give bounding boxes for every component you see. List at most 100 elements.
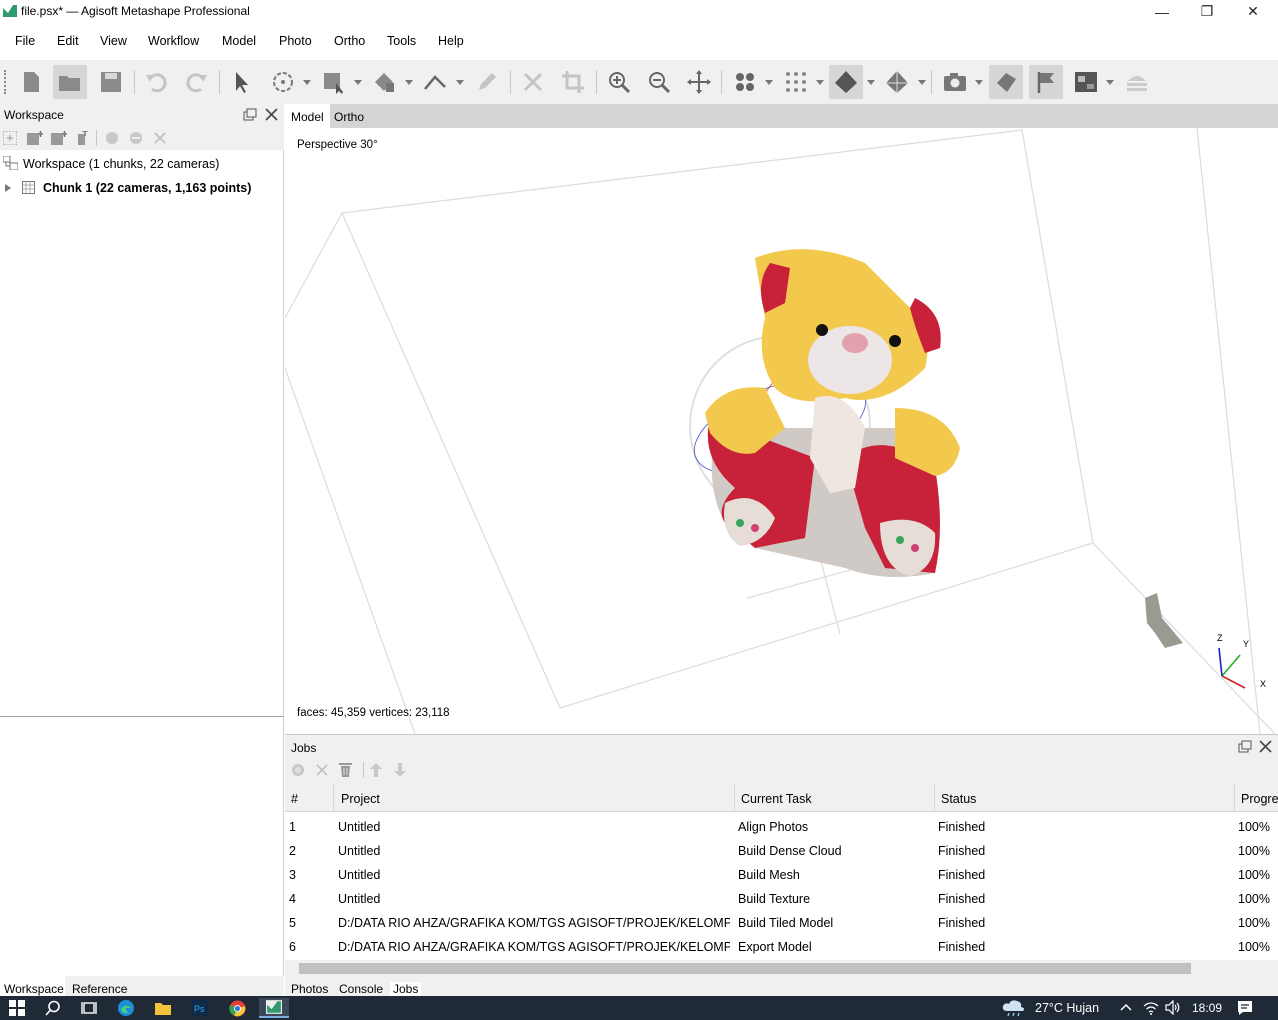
new-file-button[interactable] <box>14 65 48 99</box>
show-dense-cloud-button[interactable] <box>779 65 813 99</box>
start-button[interactable] <box>2 998 32 1018</box>
add-photos-icon[interactable] <box>27 131 43 145</box>
metashape-taskbar-button[interactable] <box>259 998 289 1018</box>
expand-arrow-icon[interactable] <box>5 184 11 192</box>
show-region-button[interactable] <box>1120 65 1154 99</box>
wifi-icon[interactable] <box>1143 1001 1159 1015</box>
chevron-down-icon[interactable] <box>867 80 875 86</box>
move-down-icon[interactable] <box>394 763 406 777</box>
rotate-object-button[interactable] <box>266 65 300 99</box>
remove-item-icon[interactable] <box>154 132 166 144</box>
chevron-down-icon[interactable] <box>765 80 773 86</box>
table-row[interactable]: 4 Untitled Build Texture Finished 100% <box>285 886 1278 910</box>
chevron-down-icon[interactable] <box>1106 80 1114 86</box>
column-current-task[interactable]: Current Task <box>735 784 935 812</box>
table-row[interactable]: 3 Untitled Build Mesh Finished 100% <box>285 862 1278 886</box>
show-shapes-button[interactable] <box>989 65 1023 99</box>
show-markers-button[interactable] <box>1029 65 1063 99</box>
enable-icon[interactable] <box>105 131 119 145</box>
task-view-button[interactable] <box>74 998 104 1018</box>
close-window-button[interactable]: ✕ <box>1230 0 1276 23</box>
close-icon[interactable] <box>1259 740 1272 753</box>
tab-model[interactable]: Model <box>285 104 330 128</box>
rectangle-selection-button[interactable] <box>316 65 350 99</box>
chunk-item[interactable]: Chunk 1 (22 cameras, 1,163 points) <box>0 179 280 199</box>
show-points-button[interactable] <box>728 65 762 99</box>
chevron-down-icon[interactable] <box>303 80 311 86</box>
column-project[interactable]: Project <box>335 784 735 812</box>
zoom-in-button[interactable] <box>602 65 636 99</box>
redo-button[interactable] <box>180 65 214 99</box>
notification-icon[interactable] <box>1237 1000 1253 1016</box>
chevron-down-icon[interactable] <box>816 80 824 86</box>
minimize-button[interactable]: — <box>1139 0 1185 23</box>
move-up-icon[interactable] <box>370 763 382 777</box>
menu-tools[interactable]: Tools <box>387 34 416 48</box>
tab-jobs[interactable]: Jobs <box>390 982 422 996</box>
menu-file[interactable]: File <box>15 34 35 48</box>
column-number[interactable]: # <box>285 784 334 812</box>
trash-icon[interactable] <box>339 762 352 777</box>
table-row[interactable]: 1 Untitled Align Photos Finished 100% <box>285 814 1278 838</box>
undock-icon[interactable] <box>243 108 257 121</box>
maximize-button[interactable]: ❐ <box>1184 0 1230 23</box>
chevron-down-icon[interactable] <box>354 80 362 86</box>
add-marker-icon[interactable] <box>76 131 88 145</box>
add-folder-icon[interactable] <box>51 131 67 145</box>
scrollbar-thumb[interactable] <box>299 963 1191 974</box>
table-row[interactable]: 5 D:/DATA RIO AHZA/GRAFIKA KOM/TGS AGISO… <box>285 910 1278 934</box>
move-region-button[interactable] <box>368 65 402 99</box>
menu-help[interactable]: Help <box>438 34 464 48</box>
add-chunk-icon[interactable] <box>3 131 17 145</box>
crop-selection-button[interactable] <box>556 65 590 99</box>
disable-icon[interactable] <box>129 131 143 145</box>
chevron-down-icon[interactable] <box>456 80 464 86</box>
model-viewport[interactable]: Perspective 30° faces: 45,359 vertices: … <box>285 128 1278 734</box>
tab-console[interactable]: Console <box>339 982 383 996</box>
undo-button[interactable] <box>139 65 173 99</box>
table-row[interactable]: 6 D:/DATA RIO AHZA/GRAFIKA KOM/TGS AGISO… <box>285 934 1278 958</box>
chrome-button[interactable] <box>222 998 252 1018</box>
edge-browser-button[interactable] <box>111 998 141 1018</box>
tab-ortho[interactable]: Ortho <box>328 104 370 128</box>
show-tiled-model-button[interactable] <box>880 65 914 99</box>
table-row[interactable]: 2 Untitled Build Dense Cloud Finished 10… <box>285 838 1278 862</box>
speaker-icon[interactable] <box>1165 1000 1181 1015</box>
draw-tool-button[interactable] <box>470 65 504 99</box>
menu-model[interactable]: Model <box>222 34 256 48</box>
menu-view[interactable]: View <box>100 34 127 48</box>
show-cameras-button[interactable] <box>938 65 972 99</box>
chevron-down-icon[interactable] <box>918 80 926 86</box>
workspace-root-item[interactable]: Workspace (1 chunks, 22 cameras) <box>0 155 280 175</box>
clock-time[interactable]: 18:09 <box>1192 1001 1222 1015</box>
menu-photo[interactable]: Photo <box>279 34 312 48</box>
ruler-button[interactable] <box>418 65 452 99</box>
record-icon[interactable] <box>291 763 305 777</box>
save-button[interactable] <box>94 65 128 99</box>
horizontal-scrollbar[interactable] <box>285 960 1278 976</box>
delete-selection-button[interactable] <box>516 65 550 99</box>
close-icon[interactable] <box>265 108 278 121</box>
search-button[interactable] <box>38 998 68 1018</box>
toolbar-grip[interactable] <box>4 70 8 94</box>
zoom-out-button[interactable] <box>642 65 676 99</box>
reset-view-button[interactable] <box>682 65 716 99</box>
file-explorer-button[interactable] <box>148 998 178 1018</box>
navigation-button[interactable] <box>224 65 258 99</box>
cancel-job-icon[interactable] <box>316 764 328 776</box>
menu-workflow[interactable]: Workflow <box>148 34 199 48</box>
menu-edit[interactable]: Edit <box>57 34 79 48</box>
open-file-button[interactable] <box>53 65 87 99</box>
show-model-button[interactable] <box>829 65 863 99</box>
chevron-down-icon[interactable] <box>975 80 983 86</box>
tab-photos[interactable]: Photos <box>291 982 328 996</box>
weather-label[interactable]: 27°C Hujan <box>1035 1001 1099 1015</box>
column-status[interactable]: Status <box>935 784 1235 812</box>
chevron-up-icon[interactable] <box>1120 1003 1132 1011</box>
menu-ortho[interactable]: Ortho <box>334 34 365 48</box>
chevron-down-icon[interactable] <box>405 80 413 86</box>
show-images-button[interactable] <box>1069 65 1103 99</box>
undock-icon[interactable] <box>1238 740 1252 753</box>
rain-cloud-icon[interactable] <box>1002 999 1026 1017</box>
column-progress[interactable]: Progre <box>1235 784 1278 812</box>
